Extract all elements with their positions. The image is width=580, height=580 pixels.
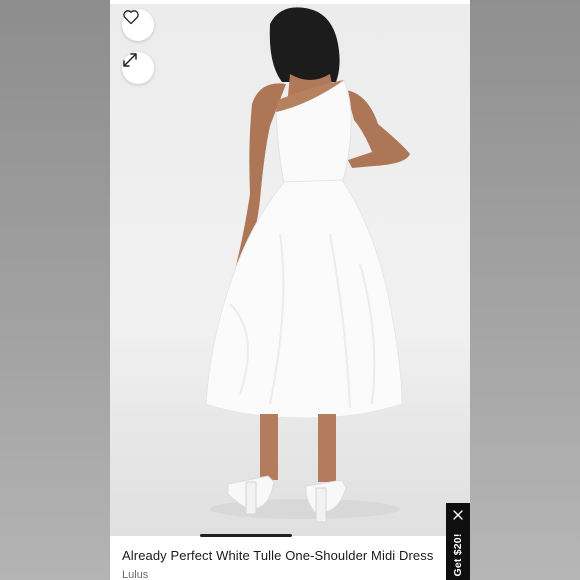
promo-close-button[interactable] [451, 509, 465, 523]
product-brand[interactable]: Lulus [122, 569, 148, 580]
promo-tab[interactable]: Get $20! [446, 503, 470, 580]
backdrop-right [470, 0, 580, 580]
close-icon [453, 507, 463, 525]
product-photo[interactable] [110, 4, 470, 536]
promo-label[interactable]: Get $20! [452, 533, 464, 576]
carousel-indicator [200, 534, 292, 537]
favorite-button[interactable] [122, 9, 154, 41]
expand-button[interactable] [122, 52, 154, 84]
product-title[interactable]: Already Perfect White Tulle One-Shoulder… [122, 548, 433, 563]
model-illustration [205, 7, 410, 523]
product-card: Already Perfect White Tulle One-Shoulder… [110, 0, 470, 580]
backdrop-left [0, 0, 110, 580]
